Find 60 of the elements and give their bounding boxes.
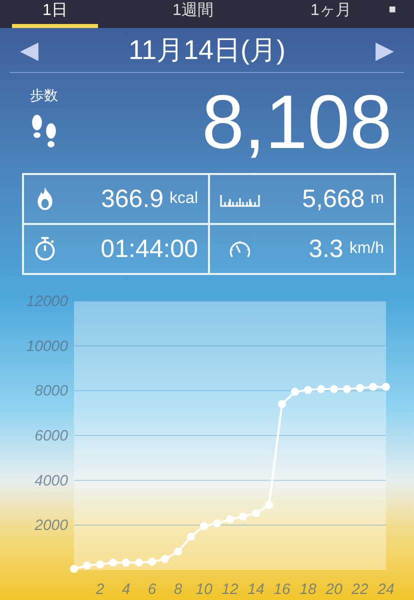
stat-unit: m	[370, 190, 384, 208]
date-label: 11月14日(月)	[128, 34, 286, 67]
y-axis-label: 10000	[26, 338, 68, 355]
y-axis-label: 4000	[34, 472, 68, 490]
x-axis-label: 8	[174, 581, 182, 598]
data-point	[187, 532, 195, 541]
data-point	[369, 382, 377, 391]
tab[interactable]: 1週間	[150, 0, 236, 28]
menu-icon[interactable]: ■	[388, 2, 396, 16]
data-point	[239, 512, 247, 521]
data-point	[226, 515, 234, 524]
stat-value: 5,668	[302, 184, 365, 214]
data-point	[135, 558, 143, 567]
data-point	[96, 560, 104, 568]
data-point	[148, 558, 156, 566]
x-axis-label: 14	[248, 581, 264, 598]
data-point	[70, 564, 78, 573]
x-axis-label: 10	[196, 581, 212, 598]
data-point	[122, 558, 130, 567]
data-point	[174, 548, 182, 556]
data-point	[291, 388, 299, 396]
stat-value: 366.9	[100, 184, 164, 214]
x-axis-label: 12	[222, 581, 238, 598]
data-point	[330, 385, 338, 394]
tab[interactable]: 1ヶ月	[288, 0, 374, 28]
data-point	[317, 385, 325, 394]
data-point	[252, 509, 260, 518]
data-point	[304, 386, 312, 394]
y-axis-label: 2000	[34, 517, 68, 534]
steps-count: 8,108	[202, 83, 392, 163]
stopwatch-icon	[34, 236, 56, 262]
x-axis-label: 6	[148, 581, 156, 598]
previous-day-button[interactable]: ◀	[10, 36, 48, 64]
x-axis-label: 4	[122, 581, 130, 598]
data-point	[356, 384, 364, 392]
stat-unit: km/h	[349, 240, 384, 258]
steps-label: 歩数	[30, 87, 58, 105]
data-point	[200, 522, 208, 530]
data-point	[161, 555, 169, 564]
stat-unit: kcal	[170, 190, 198, 208]
y-axis-label: 6000	[34, 428, 68, 444]
x-axis-label: 20	[326, 581, 342, 598]
x-axis-label: 22	[352, 581, 368, 598]
data-point	[343, 385, 351, 394]
next-day-button[interactable]: ▶	[366, 36, 404, 64]
tab[interactable]: 1日	[12, 0, 98, 28]
x-axis-label: 24	[378, 581, 394, 598]
y-axis-label: 8000	[34, 382, 68, 400]
data-point	[83, 562, 91, 570]
x-axis-label: 18	[300, 581, 316, 598]
data-point	[213, 519, 221, 528]
stat-value: 3.3	[308, 234, 344, 264]
data-point	[382, 382, 390, 391]
data-point	[265, 501, 273, 509]
data-point	[278, 400, 286, 408]
data-point	[109, 558, 117, 567]
stat-value: 01:44:00	[100, 234, 198, 264]
y-axis-label: 12000	[26, 293, 68, 310]
x-axis-label: 16	[274, 581, 290, 598]
x-axis-label: 2	[96, 581, 104, 598]
